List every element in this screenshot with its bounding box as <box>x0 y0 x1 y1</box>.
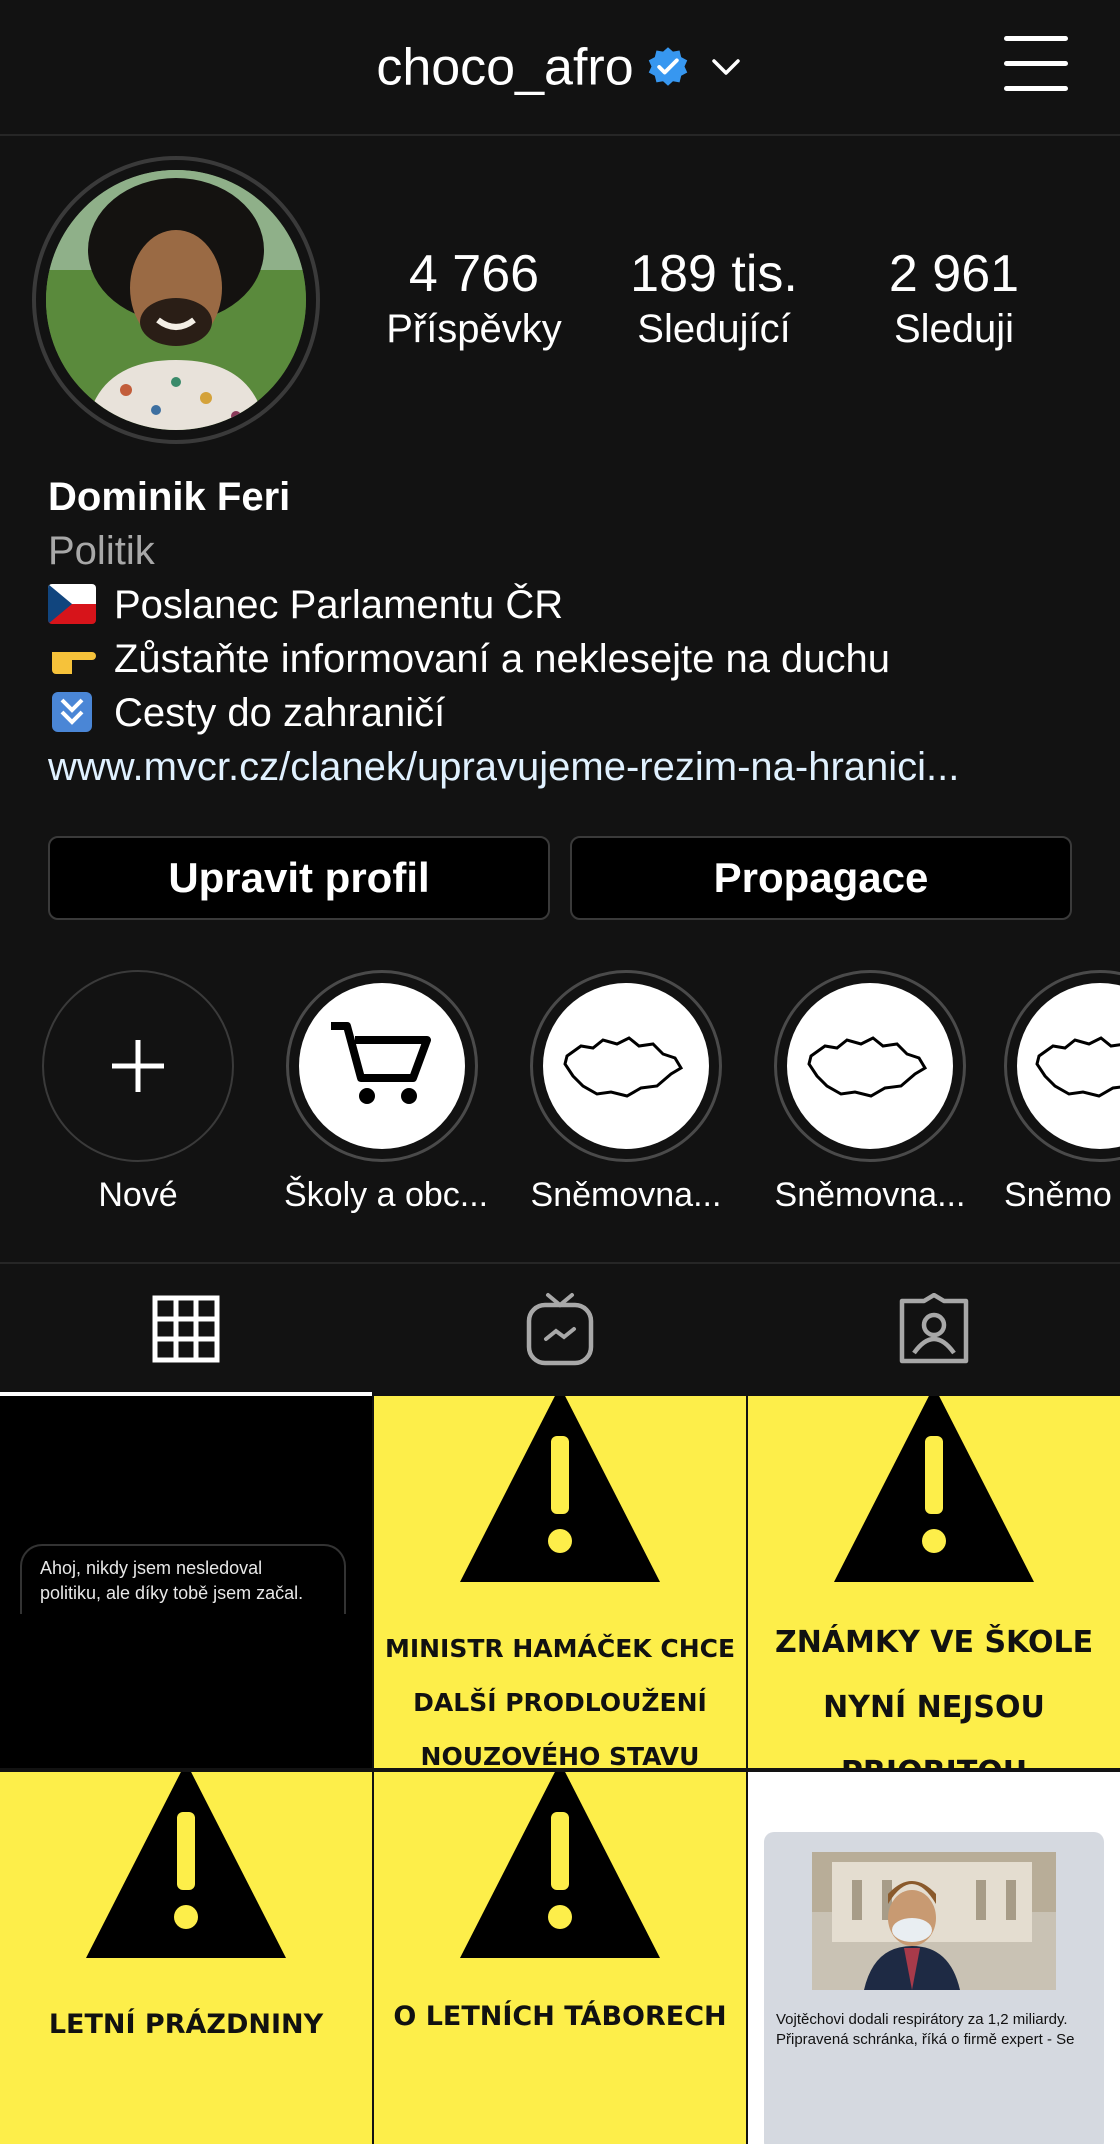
tab-igtv[interactable] <box>374 1264 746 1394</box>
shopping-cart-icon <box>331 1022 431 1104</box>
highlight-parliament-3[interactable]: Sněmo <box>1004 970 1120 1230</box>
stat-following[interactable]: 2 961 Sleduji <box>844 244 1064 354</box>
menu-icon[interactable] <box>1004 36 1068 92</box>
czech-map-icon <box>807 1036 928 1098</box>
stat-posts-label: Příspěvky <box>386 307 562 351</box>
highlight-parliament-2[interactable]: Sněmovna... <box>772 970 968 1215</box>
highlight-label: Sněmo <box>1004 1176 1112 1214</box>
display-name: Dominik Feri <box>48 475 291 519</box>
tab-grid[interactable] <box>0 1264 372 1394</box>
double-down-arrow-icon <box>52 692 92 732</box>
post-news-article[interactable]: Vojtěchovi dodali respirátory za 1,2 mil… <box>748 1772 1120 2144</box>
warning-sign-icon <box>834 1396 1034 1582</box>
post-headline: LETNÍ PRÁZDNINY <box>48 2009 324 2040</box>
pointing-hand-icon <box>52 652 96 674</box>
czech-flag-icon <box>48 584 96 624</box>
highlight-new[interactable]: Nové <box>40 970 236 1215</box>
plus-icon <box>112 1040 164 1092</box>
stat-followers[interactable]: 189 tis. Sledující <box>604 244 824 354</box>
bio-link[interactable]: www.mvcr.cz/clanek/upravujeme-rezim-na-h… <box>48 740 1088 794</box>
warning-sign-icon <box>86 1772 286 1958</box>
highlight-label: Školy a obc... <box>284 1176 489 1214</box>
grid-icon <box>152 1295 220 1363</box>
highlight-label: Sněmovna... <box>774 1176 966 1214</box>
bio: Dominik Feri Politik Poslanec Parlamentu… <box>48 470 1088 794</box>
warning-sign-icon <box>460 1772 660 1958</box>
post-warning-minister[interactable]: MINISTR HAMÁČEK CHCE DALŠÍ PRODLOUŽENÍ NOU… <box>374 1396 746 1768</box>
category-label: Politik <box>48 529 155 573</box>
post-headline: ZNÁMKY VE ŠKOLENYNÍ NEJSOUPRIORITOU <box>774 1625 1094 1768</box>
highlight-schools[interactable]: Školy a obc... <box>284 970 489 1215</box>
igtv-icon <box>526 1293 594 1366</box>
bio-line-3: Cesty do zahraničí <box>48 686 1088 740</box>
warning-sign-icon <box>460 1396 660 1582</box>
avatar-photo <box>46 170 306 430</box>
post-warning-school[interactable]: ZNÁMKY VE ŠKOLENYNÍ NEJSOUPRIORITOU <box>748 1396 1120 1768</box>
edit-profile-button[interactable]: Upravit profil <box>48 836 550 920</box>
verified-badge-icon <box>648 47 687 86</box>
promote-button[interactable]: Propagace <box>570 836 1072 920</box>
message-bubble: Ahoj, nikdy jsem nesledoval politiku, al… <box>20 1544 346 1614</box>
highlight-label: Sněmovna... <box>530 1176 722 1214</box>
post-warning-camps[interactable]: O LETNÍCH TÁBORECH <box>374 1772 746 2144</box>
stat-following-label: Sleduji <box>893 307 1015 351</box>
bio-line-1: Poslanec Parlamentu ČR <box>48 578 1088 632</box>
tagged-user-icon <box>899 1293 969 1364</box>
username: choco_afro <box>376 38 634 97</box>
stat-followers-label: Sledující <box>637 307 791 351</box>
article-photo <box>812 1852 1056 1990</box>
highlight-label: Nové <box>98 1176 178 1214</box>
czech-map-icon <box>1035 1036 1120 1098</box>
bio-line-2: Zůstaňte informovaní a neklesejte na duc… <box>48 632 1088 686</box>
post-warning-holidays[interactable]: LETNÍ PRÁZDNINY <box>0 1772 372 2144</box>
czech-map-icon <box>563 1036 684 1098</box>
stat-posts[interactable]: 4 766 Příspěvky <box>364 244 584 354</box>
post-headline: O LETNÍCH TÁBORECH <box>393 2001 727 2032</box>
post-message[interactable]: Ahoj, nikdy jsem nesledoval politiku, al… <box>0 1396 372 1768</box>
account-switcher[interactable]: choco_afro <box>0 34 1120 97</box>
article-caption: Vojtěchovi dodali respirátory za 1,2 mil… <box>776 2011 1075 2048</box>
post-headline: MINISTR HAMÁČEK CHCE DALŠÍ PRODLOUŽENÍ NOU… <box>384 1634 736 1768</box>
stat-followers-count: 189 tis. <box>630 245 798 303</box>
stat-following-count: 2 961 <box>888 245 1020 303</box>
tab-tagged[interactable] <box>748 1264 1120 1394</box>
chevron-down-icon <box>711 59 740 76</box>
highlight-parliament-1[interactable]: Sněmovna... <box>528 970 724 1215</box>
avatar[interactable] <box>46 170 306 430</box>
stat-posts-count: 4 766 <box>408 245 540 303</box>
